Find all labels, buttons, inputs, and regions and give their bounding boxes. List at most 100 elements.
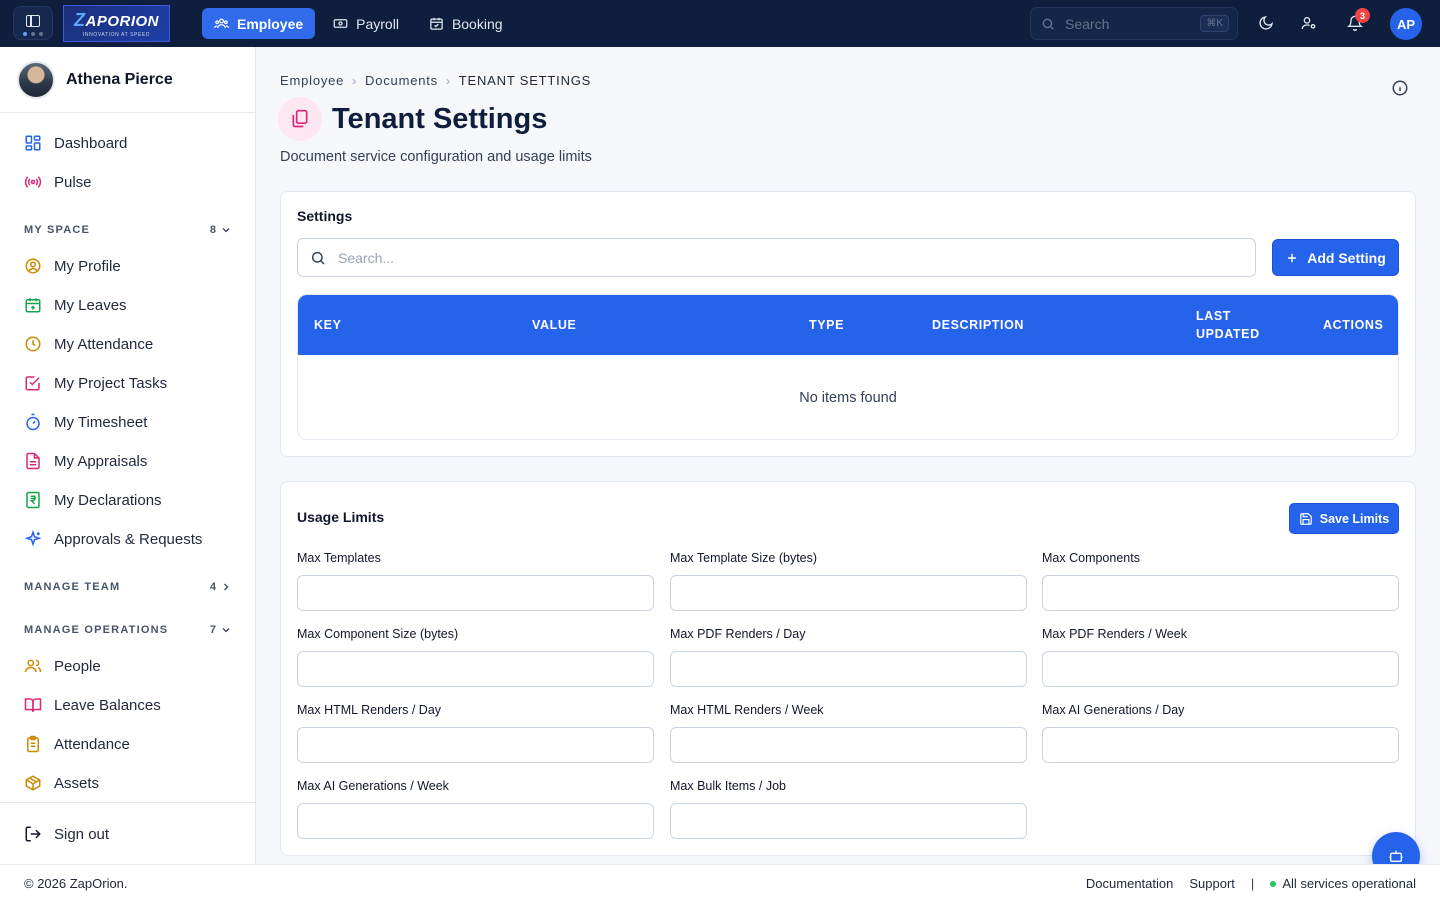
max-component-size-input[interactable]	[297, 651, 654, 687]
sidebar-item-approvals-requests[interactable]: Approvals & Requests	[0, 521, 255, 557]
banknote-icon	[333, 19, 348, 28]
max-ai-generations-day-input[interactable]	[1042, 727, 1399, 763]
bot-icon	[1389, 850, 1403, 862]
sidebar-item-people[interactable]: People	[0, 648, 255, 684]
sidebar-item-my-attendance[interactable]: My Attendance	[0, 326, 255, 362]
add-setting-button[interactable]: Add Setting	[1272, 239, 1399, 276]
main-content: Employee › Documents › TENANT SETTINGS T…	[256, 47, 1440, 864]
field-max-ai-generations-week: Max AI Generations / Week	[297, 779, 654, 839]
max-bulk-items-job-input[interactable]	[670, 803, 1027, 839]
tab-label: Employee	[237, 15, 304, 32]
brand-logo[interactable]: ZAPORION INNOVATION AT SPEED	[63, 5, 170, 42]
user-settings-button[interactable]	[1298, 12, 1320, 34]
max-templates-input[interactable]	[297, 575, 654, 611]
search-icon	[311, 251, 325, 265]
sidebar-footer: Sign out	[0, 802, 255, 864]
max-template-size-input[interactable]	[670, 575, 1027, 611]
field-max-html-renders-week: Max HTML Renders / Week	[670, 703, 1027, 763]
user-profile-block[interactable]: Athena Pierce	[0, 47, 255, 113]
sidebar-item-label: My Profile	[54, 257, 121, 275]
copyright-text: © 2026 ZapOrion.	[24, 876, 128, 891]
section-manage-operations[interactable]: MANAGE OPERATIONS 7	[24, 620, 232, 640]
sidebar-item-my-profile[interactable]: My Profile	[0, 248, 255, 284]
theme-toggle-button[interactable]	[1255, 12, 1277, 34]
check-square-icon	[25, 376, 40, 391]
tab-employee[interactable]: Employee	[202, 8, 316, 39]
tab-label: Booking	[451, 15, 503, 32]
field-max-components: Max Components	[1042, 551, 1399, 611]
user-avatar-button[interactable]: AP	[1390, 8, 1422, 40]
sidebar-item-label: My Attendance	[54, 335, 154, 353]
sidebar-item-label: My Declarations	[54, 491, 162, 509]
column-header-description[interactable]: DESCRIPTION	[932, 316, 1024, 334]
sidebar-item-my-declarations[interactable]: My Declarations	[0, 482, 255, 518]
sidebar-item-label: Attendance	[54, 735, 130, 753]
sidebar-item-label: Assets	[54, 774, 100, 792]
column-header-value[interactable]: VALUE	[532, 316, 576, 334]
max-pdf-renders-week-input[interactable]	[1042, 651, 1399, 687]
field-max-html-renders-day: Max HTML Renders / Day	[297, 703, 654, 763]
sidebar-item-my-leaves[interactable]: My Leaves	[0, 287, 255, 323]
field-label: Max PDF Renders / Day	[670, 627, 806, 641]
panel-icon	[26, 15, 40, 27]
save-limits-button[interactable]: Save Limits	[1289, 503, 1399, 534]
section-manage-team[interactable]: MANAGE TEAM 4	[24, 577, 232, 597]
sidebar-item-pulse[interactable]: Pulse	[0, 164, 255, 200]
field-max-pdf-renders-day: Max PDF Renders / Day	[670, 627, 1027, 687]
sign-out-button[interactable]: Sign out	[24, 825, 109, 843]
breadcrumb-item[interactable]: Documents	[365, 73, 438, 88]
sidebar-toggle-button[interactable]	[13, 6, 53, 40]
sidebar-item-assets[interactable]: Assets	[0, 765, 255, 801]
settings-search-input[interactable]: Search...	[297, 238, 1256, 277]
field-max-component-size: Max Component Size (bytes)	[297, 627, 654, 687]
footer: © 2026 ZapOrion. Documentation Support |…	[0, 864, 1440, 900]
settings-card: Settings Search... Add Setting KEY VALUE…	[280, 191, 1416, 457]
sidebar-item-dashboard[interactable]: Dashboard	[0, 125, 255, 161]
sign-out-label: Sign out	[54, 825, 110, 843]
status-dot-icon	[1270, 880, 1277, 887]
column-header-type[interactable]: TYPE	[809, 316, 844, 334]
search-icon	[1042, 18, 1054, 30]
max-html-renders-week-input[interactable]	[670, 727, 1027, 763]
sidebar-item-my-timesheet[interactable]: My Timesheet	[0, 404, 255, 440]
tab-booking[interactable]: Booking	[417, 8, 515, 39]
table-header: KEY VALUE TYPE DESCRIPTION LAST UPDATED …	[298, 295, 1398, 355]
documentation-link[interactable]: Documentation	[1086, 876, 1173, 891]
search-placeholder: Search	[1065, 15, 1110, 32]
settings-table: KEY VALUE TYPE DESCRIPTION LAST UPDATED …	[297, 294, 1399, 440]
column-header-last-updated[interactable]: LAST UPDATED	[1196, 307, 1276, 343]
user-circle-icon	[25, 258, 41, 274]
notifications-button[interactable]: 3	[1344, 8, 1370, 34]
section-count: 7	[209, 624, 216, 636]
card-title: Usage Limits	[297, 509, 385, 525]
sidebar-item-label: My Timesheet	[54, 413, 148, 431]
divider: |	[1250, 876, 1255, 891]
sidebar-item-attendance[interactable]: Attendance	[0, 726, 255, 762]
section-my-space[interactable]: MY SPACE 8	[24, 220, 232, 240]
breadcrumb: Employee › Documents › TENANT SETTINGS	[280, 73, 591, 88]
global-search-input[interactable]: Search ⌘K	[1030, 7, 1238, 40]
field-max-templates: Max Templates	[297, 551, 654, 611]
page-header: Tenant Settings	[278, 97, 547, 141]
sidebar-item-leave-balances[interactable]: Leave Balances	[0, 687, 255, 723]
sidebar-item-my-project-tasks[interactable]: My Project Tasks	[0, 365, 255, 401]
field-max-ai-generations-day: Max AI Generations / Day	[1042, 703, 1399, 763]
page-subtitle: Document service configuration and usage…	[280, 149, 592, 165]
support-link[interactable]: Support	[1189, 876, 1235, 891]
max-html-renders-day-input[interactable]	[297, 727, 654, 763]
sidebar-item-my-appraisals[interactable]: My Appraisals	[0, 443, 255, 479]
box-icon	[25, 775, 41, 791]
tab-payroll[interactable]: Payroll	[321, 8, 411, 39]
book-open-icon	[24, 698, 42, 712]
page-title: Tenant Settings	[332, 102, 548, 135]
max-ai-generations-week-input[interactable]	[297, 803, 654, 839]
max-components-input[interactable]	[1042, 575, 1399, 611]
info-icon[interactable]	[1391, 79, 1409, 97]
status-text[interactable]: All services operational	[1282, 876, 1416, 891]
max-pdf-renders-day-input[interactable]	[670, 651, 1027, 687]
column-header-key[interactable]: KEY	[314, 316, 342, 334]
sidebar-item-label: My Appraisals	[54, 452, 148, 470]
footer-links: Documentation Support | All services ope…	[1086, 876, 1416, 891]
sidebar-item-label: Dashboard	[54, 134, 128, 152]
breadcrumb-item[interactable]: Employee	[280, 73, 344, 88]
